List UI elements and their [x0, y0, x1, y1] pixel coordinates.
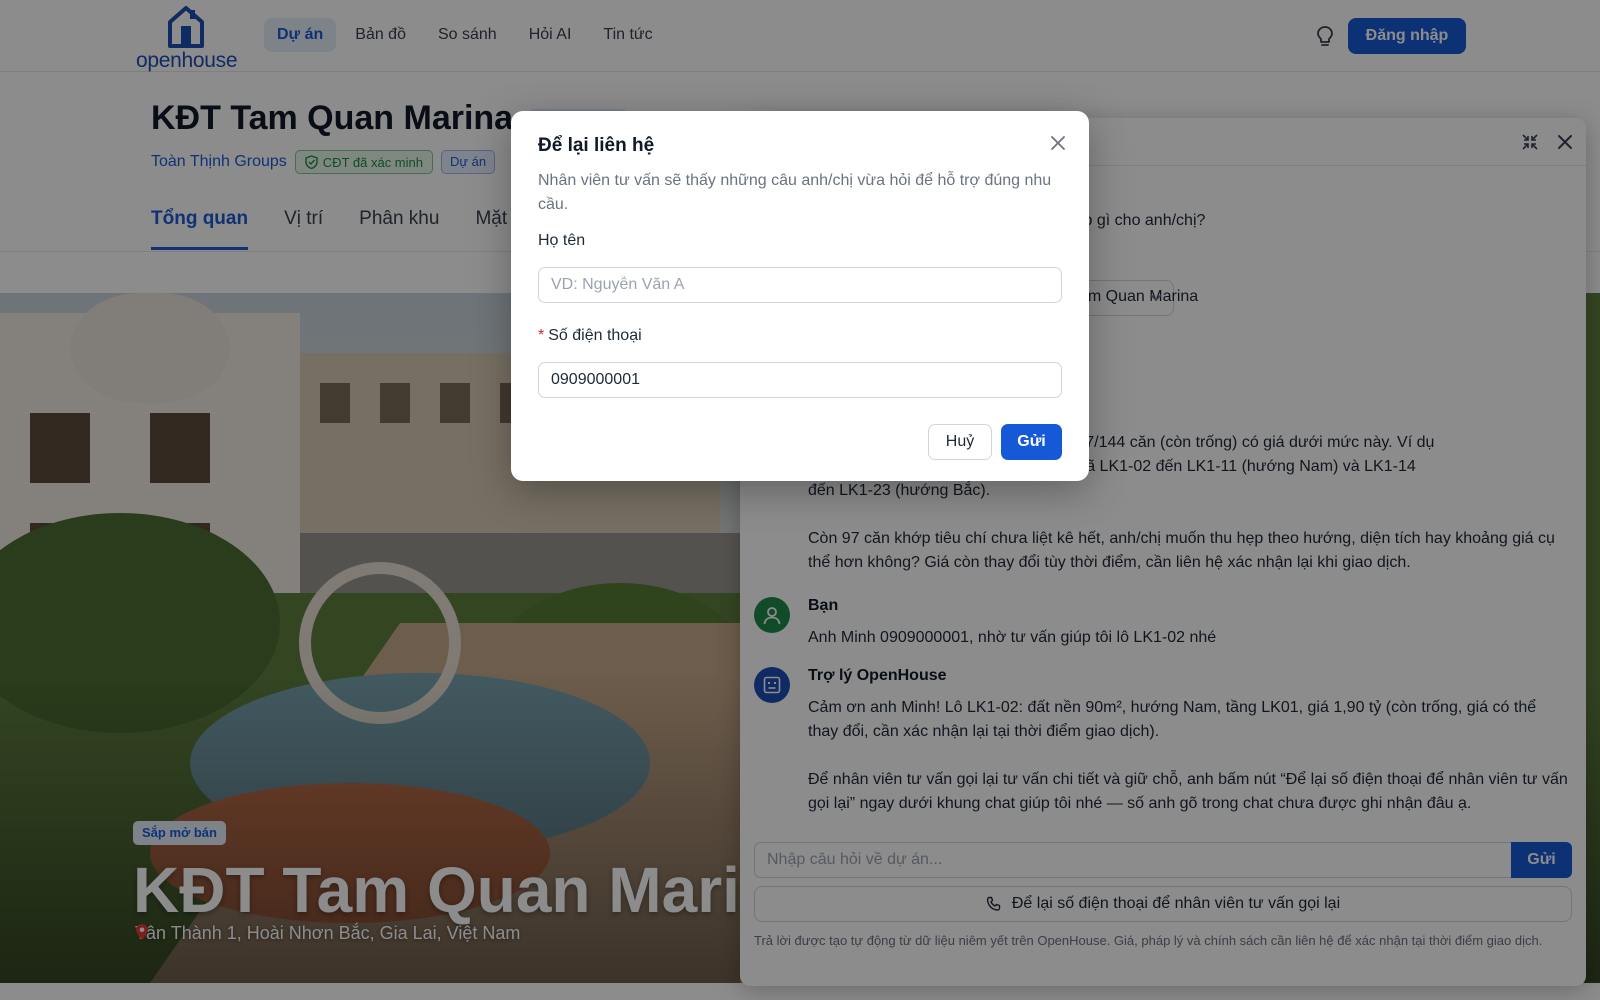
submit-button[interactable]: Gửi — [1001, 424, 1062, 460]
phone-input[interactable] — [538, 362, 1062, 398]
contact-modal: Để lại liên hệ Nhân viên tư vấn sẽ thấy … — [511, 111, 1089, 481]
required-mark: * — [538, 327, 545, 344]
name-input[interactable] — [538, 267, 1062, 303]
close-icon[interactable] — [1048, 133, 1068, 153]
modal-description: Nhân viên tư vấn sẽ thấy những câu anh/c… — [538, 172, 1052, 213]
phone-label-row: * Số điện thoại — [538, 327, 642, 345]
phone-label: Số điện thoại — [548, 327, 642, 344]
modal-title: Để lại liên hệ — [538, 135, 655, 156]
name-label: Họ tên — [538, 232, 586, 249]
cancel-button[interactable]: Huỷ — [928, 424, 992, 460]
